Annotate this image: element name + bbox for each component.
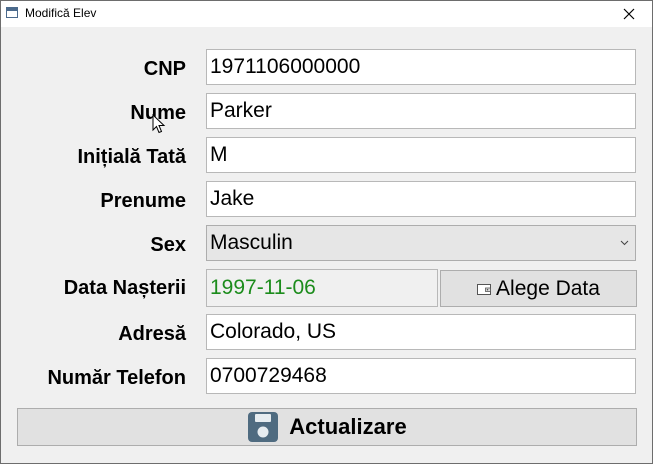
save-icon	[248, 412, 279, 442]
initiala-tata-label: Inițială Tată	[77, 146, 186, 168]
adresa-field[interactable]: Colorado, US	[206, 314, 636, 350]
mouse-cursor-icon	[152, 114, 166, 134]
window-title: Modifică Elev	[25, 6, 97, 20]
sex-select[interactable]: Masculin	[206, 225, 636, 261]
cnp-field[interactable]: 1971106000000	[206, 49, 636, 85]
prenume-field[interactable]: Jake	[206, 181, 636, 217]
pick-date-button[interactable]: Alege Data	[440, 270, 637, 307]
data-nasterii-field[interactable]: 1997-11-06	[206, 269, 438, 307]
adresa-label: Adresă	[118, 323, 186, 345]
chevron-down-icon	[620, 240, 629, 246]
prenume-label: Prenume	[100, 190, 186, 212]
sex-select-value: Masculin	[210, 231, 293, 254]
update-label: Actualizare	[289, 414, 407, 439]
data-nasterii-label: Data Nașterii	[63, 277, 186, 299]
wallet-icon	[477, 283, 492, 295]
close-button[interactable]	[606, 1, 652, 27]
update-button[interactable]: Actualizare	[17, 408, 637, 446]
telefon-label: Număr Telefon	[47, 367, 186, 389]
nume-field[interactable]: Parker	[206, 93, 636, 129]
telefon-field[interactable]: 0700729468	[206, 358, 636, 394]
initiala-tata-field[interactable]: M	[206, 137, 636, 173]
edit-student-window: Modifică Elev CNP 1971106000000 Nume Par…	[0, 0, 653, 464]
window-icon	[6, 7, 18, 18]
cnp-label: CNP	[143, 58, 186, 80]
title-bar: Modifică Elev	[1, 1, 652, 27]
sex-label: Sex	[150, 234, 186, 256]
pick-date-label: Alege Data	[496, 276, 600, 300]
close-icon	[623, 8, 635, 20]
